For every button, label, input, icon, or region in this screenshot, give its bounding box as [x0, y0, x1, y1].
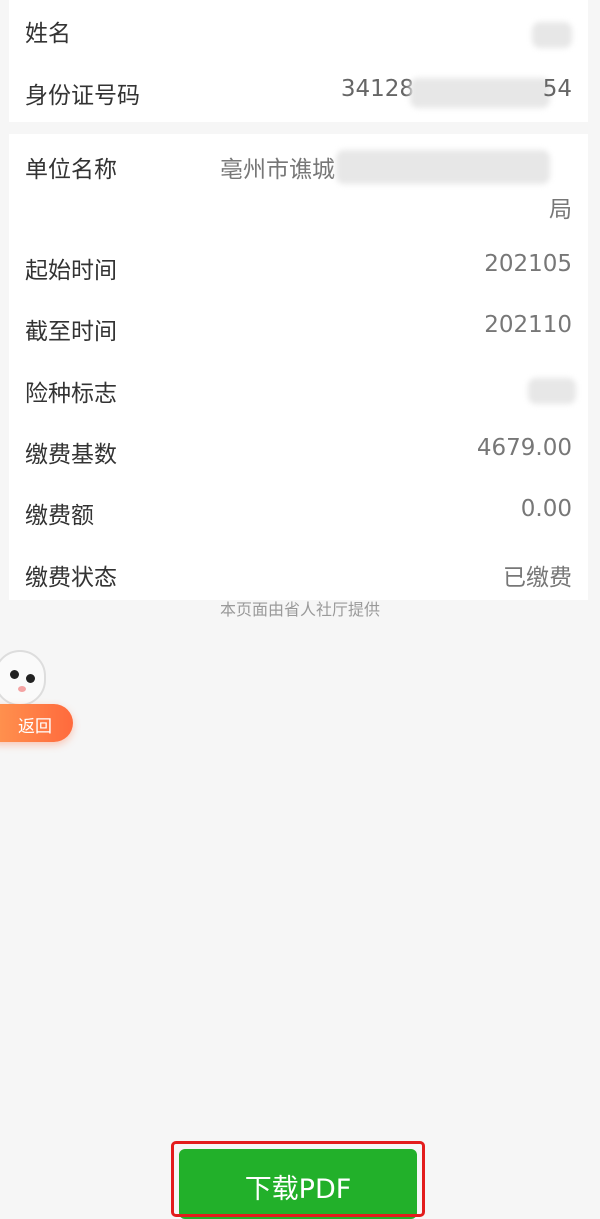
payment-record-card: 单位名称 亳州市谯城 局 起始时间 202105 截至时间 202110 险种标…: [9, 134, 588, 600]
id-row: 身份证号码 34128 54: [9, 76, 588, 110]
mascot-icon[interactable]: [0, 650, 46, 706]
name-row: 姓名: [9, 14, 588, 48]
insurance-type-redacted: [528, 378, 576, 404]
unit-value-end: 局: [549, 197, 572, 223]
unit-label: 单位名称: [25, 157, 117, 183]
insurance-type-label: 险种标志: [25, 381, 117, 407]
payment-status-label: 缴费状态: [25, 565, 117, 591]
start-time-label: 起始时间: [25, 258, 117, 284]
id-value-redacted: [410, 78, 550, 108]
payment-base-label: 缴费基数: [25, 442, 117, 468]
payment-amount-value: 0.00: [520, 496, 572, 522]
id-value-start: 34128: [340, 76, 414, 102]
id-label: 身份证号码: [25, 83, 140, 109]
payment-status-row: 缴费状态 已缴费: [9, 558, 588, 592]
payment-base-row: 缴费基数 4679.00: [9, 435, 588, 469]
name-label: 姓名: [25, 21, 71, 47]
end-time-label: 截至时间: [25, 319, 117, 345]
insurance-type-row: 险种标志: [9, 374, 588, 408]
personal-info-card: 姓名 身份证号码 34128 54: [9, 0, 588, 122]
payment-amount-label: 缴费额: [25, 503, 94, 529]
back-button-label: 返回: [18, 717, 52, 737]
start-time-value: 202105: [484, 251, 572, 277]
payment-status-value: 已缴费: [503, 565, 572, 591]
id-value-end: 54: [542, 76, 572, 102]
payment-amount-row: 缴费额 0.00: [9, 496, 588, 530]
unit-row: 单位名称 亳州市谯城 局: [9, 150, 588, 223]
unit-value-start: 亳州市谯城: [220, 157, 335, 183]
unit-value-redacted: [336, 150, 550, 184]
payment-base-value: 4679.00: [476, 435, 572, 461]
start-time-row: 起始时间 202105: [9, 251, 588, 285]
end-time-row: 截至时间 202110: [9, 312, 588, 346]
highlight-box: [171, 1141, 425, 1217]
provider-note: 本页面由省人社厅提供: [219, 600, 380, 619]
back-button[interactable]: 返回: [0, 704, 73, 742]
name-value-redacted: [532, 22, 572, 48]
end-time-value: 202110: [484, 312, 572, 338]
